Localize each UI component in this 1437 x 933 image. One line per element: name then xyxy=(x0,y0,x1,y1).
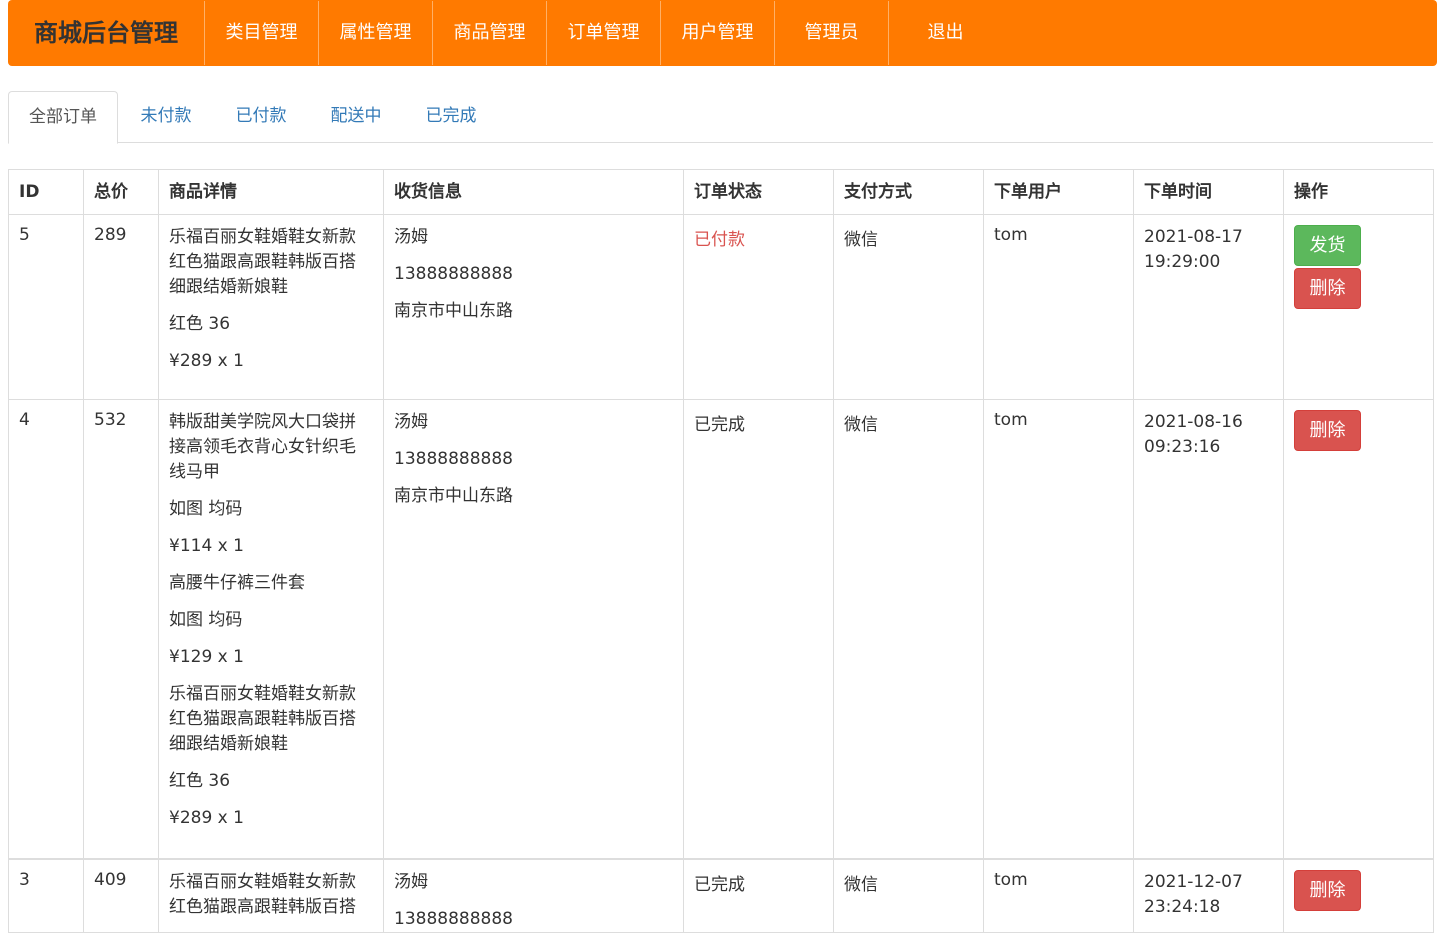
header-items: 商品详情 xyxy=(158,169,384,215)
cell-user: tom xyxy=(983,214,1134,400)
cell-pay: 微信 xyxy=(833,858,984,933)
item-name: 高腰牛仔裤三件套 xyxy=(169,573,305,593)
item-price: ¥129 x 1 xyxy=(169,647,244,667)
receiver-phone: 13888888888 xyxy=(394,909,513,929)
table-row: 5 289 乐福百丽女鞋婚鞋女新款 红色猫跟高跟鞋韩版百搭 细跟结婚新娘鞋 红色… xyxy=(8,214,1434,400)
nav-admin[interactable]: 管理员 xyxy=(775,1,889,65)
tab-paid[interactable]: 已付款 xyxy=(221,91,301,143)
cell-time: 2021-08-17 19:29:00 xyxy=(1133,214,1284,400)
cell-pay: 微信 xyxy=(833,399,984,860)
header-status: 订单状态 xyxy=(683,169,834,215)
receiver-name: 汤姆 xyxy=(394,227,428,247)
item-spec: 红色 36 xyxy=(169,314,231,334)
cell-items: 乐福百丽女鞋婚鞋女新款 红色猫跟高跟鞋韩版百搭 细跟结婚新娘鞋 红色 36 ¥2… xyxy=(158,214,384,400)
cell-actions: 删除 xyxy=(1283,399,1434,860)
cell-time: 2021-08-16 09:23:16 xyxy=(1133,399,1284,860)
nav-product[interactable]: 商品管理 xyxy=(433,1,547,65)
ship-button[interactable]: 发货 xyxy=(1294,225,1361,266)
order-time: 09:23:16 xyxy=(1144,437,1221,457)
cell-total: 532 xyxy=(83,399,159,860)
cell-status: 已完成 xyxy=(683,858,834,933)
cell-time: 2021-12-07 23:24:18 xyxy=(1133,858,1284,933)
header-pay: 支付方式 xyxy=(833,169,984,215)
delete-button[interactable]: 删除 xyxy=(1294,410,1361,451)
cell-receiver: 汤姆 13888888888 南京市中山东路 xyxy=(383,214,684,400)
orders-table: ID 总价 商品详情 收货信息 订单状态 支付方式 下单用户 下单时间 操作 5… xyxy=(8,169,1434,933)
item-name: 细跟结婚新娘鞋 xyxy=(169,277,288,297)
order-tabs: 全部订单 未付款 已付款 配送中 已完成 xyxy=(8,91,1433,144)
item-name: 接高领毛衣背心女针织毛 xyxy=(169,437,356,457)
delete-button[interactable]: 删除 xyxy=(1294,870,1361,911)
receiver-phone: 13888888888 xyxy=(394,264,513,284)
cell-id: 4 xyxy=(8,399,84,860)
order-time: 19:29:00 xyxy=(1144,252,1221,272)
item-name: 乐福百丽女鞋婚鞋女新款 xyxy=(169,684,356,704)
item-name: 红色猫跟高跟鞋韩版百搭 xyxy=(169,709,356,729)
cell-total: 409 xyxy=(83,858,159,933)
header-total: 总价 xyxy=(83,169,159,215)
nav-user[interactable]: 用户管理 xyxy=(661,1,775,65)
item-name: 乐福百丽女鞋婚鞋女新款 xyxy=(169,227,356,247)
cell-id: 5 xyxy=(8,214,84,400)
receiver-name: 汤姆 xyxy=(394,872,428,892)
order-date: 2021-12-07 xyxy=(1144,872,1243,892)
cell-receiver: 汤姆 13888888888 南京市中山东路 xyxy=(383,399,684,860)
header-time: 下单时间 xyxy=(1133,169,1284,215)
receiver-address: 南京市中山东路 xyxy=(394,301,513,321)
item-name: 红色猫跟高跟鞋韩版百搭 xyxy=(169,252,356,272)
nav-logout[interactable]: 退出 xyxy=(889,1,1002,65)
item-name: 韩版甜美学院风大口袋拼 xyxy=(169,412,356,432)
receiver-phone: 13888888888 xyxy=(394,449,513,469)
cell-user: tom xyxy=(983,399,1134,860)
item-name: 线马甲 xyxy=(169,462,220,482)
receiver-address: 南京市中山东路 xyxy=(394,486,513,506)
order-date: 2021-08-17 xyxy=(1144,227,1243,247)
tab-completed[interactable]: 已完成 xyxy=(411,91,491,143)
header-id: ID xyxy=(8,169,84,215)
cell-user: tom xyxy=(983,858,1134,933)
cell-status: 已付款 xyxy=(683,214,834,400)
tab-shipping[interactable]: 配送中 xyxy=(316,91,396,143)
item-price: ¥114 x 1 xyxy=(169,536,244,556)
receiver-name: 汤姆 xyxy=(394,412,428,432)
top-navbar: 商城后台管理 类目管理 属性管理 商品管理 订单管理 用户管理 管理员 退出 xyxy=(8,0,1437,66)
cell-total: 289 xyxy=(83,214,159,400)
cell-status: 已完成 xyxy=(683,399,834,860)
nav-category[interactable]: 类目管理 xyxy=(205,1,319,65)
cell-receiver: 汤姆 13888888888 xyxy=(383,858,684,933)
order-date: 2021-08-16 xyxy=(1144,412,1243,432)
item-name: 红色猫跟高跟鞋韩版百搭 xyxy=(169,897,356,917)
cell-actions: 删除 xyxy=(1283,858,1434,933)
item-spec: 红色 36 xyxy=(169,771,231,791)
item-name: 乐福百丽女鞋婚鞋女新款 xyxy=(169,872,356,892)
tab-all-orders[interactable]: 全部订单 xyxy=(8,91,118,144)
table-row: 3 409 乐福百丽女鞋婚鞋女新款 红色猫跟高跟鞋韩版百搭 汤姆 1388888… xyxy=(8,858,1434,933)
header-user: 下单用户 xyxy=(983,169,1134,215)
table-row: 4 532 韩版甜美学院风大口袋拼 接高领毛衣背心女针织毛 线马甲 如图 均码 … xyxy=(8,399,1434,860)
tab-unpaid[interactable]: 未付款 xyxy=(126,91,206,143)
header-receiver: 收货信息 xyxy=(383,169,684,215)
header-actions: 操作 xyxy=(1283,169,1434,215)
nav-order[interactable]: 订单管理 xyxy=(547,1,661,65)
brand-title: 商城后台管理 xyxy=(8,1,205,65)
cell-pay: 微信 xyxy=(833,214,984,400)
cell-items: 韩版甜美学院风大口袋拼 接高领毛衣背心女针织毛 线马甲 如图 均码 ¥114 x… xyxy=(158,399,384,860)
cell-items: 乐福百丽女鞋婚鞋女新款 红色猫跟高跟鞋韩版百搭 xyxy=(158,858,384,933)
item-name: 细跟结婚新娘鞋 xyxy=(169,734,288,754)
delete-button[interactable]: 删除 xyxy=(1294,268,1361,309)
item-price: ¥289 x 1 xyxy=(169,808,244,828)
cell-actions: 发货 删除 xyxy=(1283,214,1434,400)
item-price: ¥289 x 1 xyxy=(169,351,244,371)
nav-attribute[interactable]: 属性管理 xyxy=(319,1,433,65)
item-spec: 如图 均码 xyxy=(169,499,243,519)
table-header-row: ID 总价 商品详情 收货信息 订单状态 支付方式 下单用户 下单时间 操作 xyxy=(8,169,1434,215)
item-spec: 如图 均码 xyxy=(169,610,243,630)
cell-id: 3 xyxy=(8,858,84,933)
order-time: 23:24:18 xyxy=(1144,897,1221,917)
